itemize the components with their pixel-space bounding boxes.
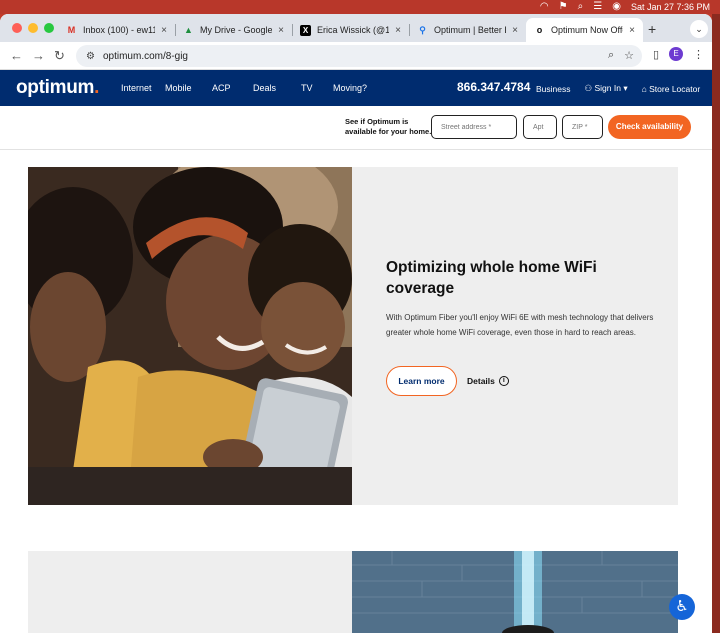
tab-label: Optimum Now Offer [551, 25, 624, 35]
back-arrow-icon[interactable]: ← [10, 48, 23, 63]
close-icon[interactable]: × [629, 25, 635, 36]
tab-search-chevron-icon[interactable]: ⌄ [690, 20, 708, 38]
optimum-icon: ⚲ [419, 24, 426, 35]
home-icon: ⌂ [641, 83, 647, 94]
apt-input[interactable] [523, 115, 557, 139]
close-icon[interactable]: × [278, 25, 284, 36]
zoom-icon[interactable]: ⌕ [608, 49, 614, 62]
primary-nav: Internet Mobile ACP Deals TV Moving? [121, 83, 367, 93]
minimize-window-button[interactable] [28, 23, 38, 33]
store-locator-link[interactable]: ⌂ Store Locator [642, 84, 701, 94]
feature-actions: Learn more Details i [386, 366, 509, 396]
url-text: optimum.com/8-gig [102, 50, 188, 62]
desktop-edge [712, 14, 720, 633]
reload-icon[interactable]: ↻ [54, 48, 65, 64]
optimum-icon: o [536, 24, 543, 35]
header-utility-links: Business ⚇ Sign In ▾ ⌂ Store Locator [536, 83, 700, 94]
browser-window: M Inbox (100) - ew110 × ▲ My Drive - Goo… [0, 14, 712, 633]
forward-arrow-icon[interactable]: → [32, 48, 45, 63]
availability-prompt: See if Optimum is available for your hom… [345, 117, 432, 136]
control-center-icon[interactable]: ☰ [593, 1, 602, 13]
tab-optimum-better[interactable]: ⚲ Optimum | Better Bu × [409, 18, 526, 42]
more-menu-icon[interactable]: ⋮ [693, 48, 704, 61]
menubar-clock[interactable]: Sat Jan 27 7:36 PM [631, 2, 710, 12]
address-bar[interactable]: ⚙ optimum.com/8-gig ⌕ ☆ [76, 45, 642, 67]
optimum-logo[interactable]: optimum. [16, 77, 99, 99]
user-icon: ⚇ [584, 83, 593, 93]
zip-input[interactable] [562, 115, 603, 139]
caret-down-icon: ▾ [623, 83, 628, 93]
new-tab-button[interactable]: + [648, 21, 656, 37]
tab-label: Erica Wissick (@110 [317, 25, 390, 35]
nav-tv[interactable]: TV [301, 83, 333, 93]
bookmark-star-icon[interactable]: ☆ [624, 49, 634, 62]
street-address-input[interactable] [431, 115, 517, 139]
feature-card: Optimizing whole home WiFi coverage With… [28, 167, 678, 505]
tab-google-drive[interactable]: ▲ My Drive - Google D × [175, 18, 292, 42]
info-icon: i [498, 376, 509, 386]
nav-mobile[interactable]: Mobile [165, 83, 212, 93]
tab-gmail[interactable]: M Inbox (100) - ew110 × [58, 18, 175, 42]
close-icon[interactable]: × [512, 25, 518, 36]
tab-label: Optimum | Better Bu [434, 25, 506, 35]
profile-avatar[interactable]: E [669, 47, 683, 61]
phone-number[interactable]: 866.347.4784 [457, 80, 530, 94]
tab-x-profile[interactable]: X Erica Wissick (@110 × [292, 18, 409, 42]
page-content: Optimizing whole home WiFi coverage With… [0, 150, 712, 633]
nav-deals[interactable]: Deals [253, 83, 301, 93]
family-tablet-photo [28, 167, 352, 505]
tab-list: M Inbox (100) - ew110 × ▲ My Drive - Goo… [58, 18, 643, 42]
gmail-icon: M [67, 24, 76, 35]
drive-icon: ▲ [184, 24, 193, 35]
business-link[interactable]: Business [536, 84, 571, 94]
siri-icon[interactable]: ◉ [612, 1, 621, 13]
close-icon[interactable]: × [395, 25, 401, 36]
availability-bar: See if Optimum is available for your hom… [0, 106, 712, 150]
site-info-icon[interactable]: ⚙ [86, 51, 95, 62]
feature-description: With Optimum Fiber you'll enjoy WiFi 6E … [386, 313, 654, 337]
tab-label: My Drive - Google D [200, 25, 273, 35]
sign-in-menu[interactable]: ⚇ Sign In ▾ [585, 83, 628, 94]
close-window-button[interactable] [12, 23, 22, 33]
macos-menubar: ◠ ⚑ ⌕ ☰ ◉ Sat Jan 27 7:36 PM [0, 0, 720, 14]
site-header: optimum. Internet Mobile ACP Deals TV Mo… [0, 70, 712, 106]
browser-toolbar: ← → ↻ ⚙ optimum.com/8-gig ⌕ ☆ ▯ E ⋮ [0, 42, 712, 70]
close-icon[interactable]: × [161, 25, 167, 36]
details-link[interactable]: Details i [467, 376, 509, 386]
router-photo [352, 551, 678, 633]
accessibility-icon[interactable]: ♿︎ [669, 594, 695, 620]
side-panel-icon[interactable]: ▯ [653, 48, 659, 61]
next-card-panel [28, 551, 352, 633]
tab-strip: M Inbox (100) - ew110 × ▲ My Drive - Goo… [0, 14, 712, 42]
check-availability-button[interactable]: Check availability [608, 115, 691, 139]
tab-optimum-now-offer[interactable]: o Optimum Now Offer × [526, 18, 643, 42]
flag-icon[interactable]: ⚑ [559, 1, 568, 13]
feature-text: Optimizing whole home WiFi coverage With… [386, 257, 661, 340]
nav-acp[interactable]: ACP [212, 83, 253, 93]
nav-moving[interactable]: Moving? [333, 83, 367, 93]
nav-internet[interactable]: Internet [121, 83, 165, 93]
x-icon: X [300, 24, 311, 36]
zoom-window-button[interactable] [44, 23, 54, 33]
tab-label: Inbox (100) - ew110 [83, 25, 156, 35]
spotlight-search-icon[interactable]: ⌕ [578, 1, 584, 13]
learn-more-button[interactable]: Learn more [386, 366, 457, 396]
wifi-icon[interactable]: ◠ [540, 1, 549, 13]
window-controls [12, 23, 54, 33]
feature-title: Optimizing whole home WiFi coverage [386, 259, 597, 297]
